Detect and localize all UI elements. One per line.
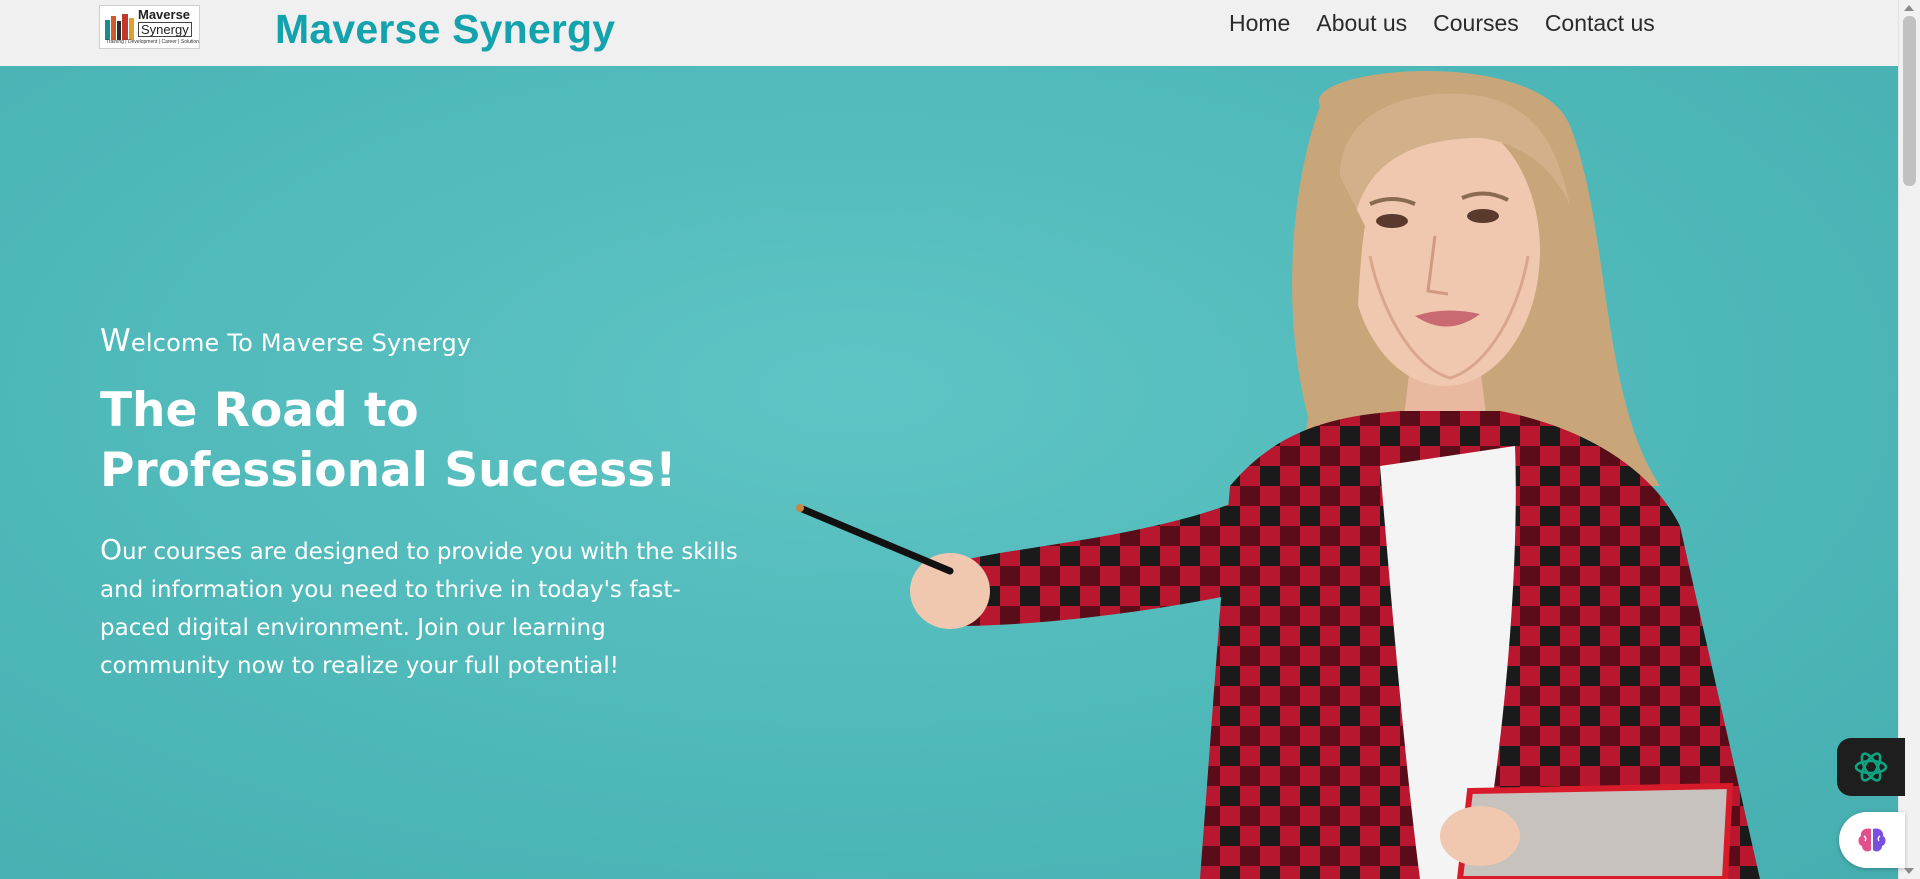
logo-line1: Maverse [138,7,191,22]
hero-heading: The Road to Professional Success! [100,383,677,498]
site-header: Maverse Synergy Training | Development |… [0,0,1898,66]
logo-text: Maverse Synergy [138,8,192,37]
hero-description: Our courses are designed to provide you … [100,533,738,679]
brain-icon [1858,828,1886,852]
nav-home[interactable]: Home [1229,10,1290,37]
main-nav: Home About us Courses Contact us [1229,10,1655,37]
scroll-up-arrow-icon[interactable] [1904,5,1914,11]
site-logo[interactable]: Maverse Synergy Training | Development |… [99,5,200,49]
logo-tagline: Training | Development | Career | Soluti… [106,39,199,45]
nav-contact-us[interactable]: Contact us [1545,10,1655,37]
scroll-down-arrow-icon[interactable] [1904,868,1914,874]
books-logo-icon [105,14,134,40]
brand-title[interactable]: Maverse Synergy [275,6,615,53]
ai-assistant-widget[interactable] [1837,738,1905,796]
hero-student-photo [796,71,1760,879]
logo-line2: Synergy [138,22,192,37]
nav-courses[interactable]: Courses [1433,10,1519,37]
scrollbar-thumb[interactable] [1903,16,1916,186]
openai-logo-icon [1854,752,1888,782]
nav-about-us[interactable]: About us [1316,10,1407,37]
brain-widget[interactable] [1839,812,1905,868]
hero-welcome: Welcome To Maverse Synergy [100,323,472,359]
hero-text-block: Welcome To Maverse Synergy The Road to P… [100,323,760,685]
hero-section: Welcome To Maverse Synergy The Road to P… [0,66,1898,879]
